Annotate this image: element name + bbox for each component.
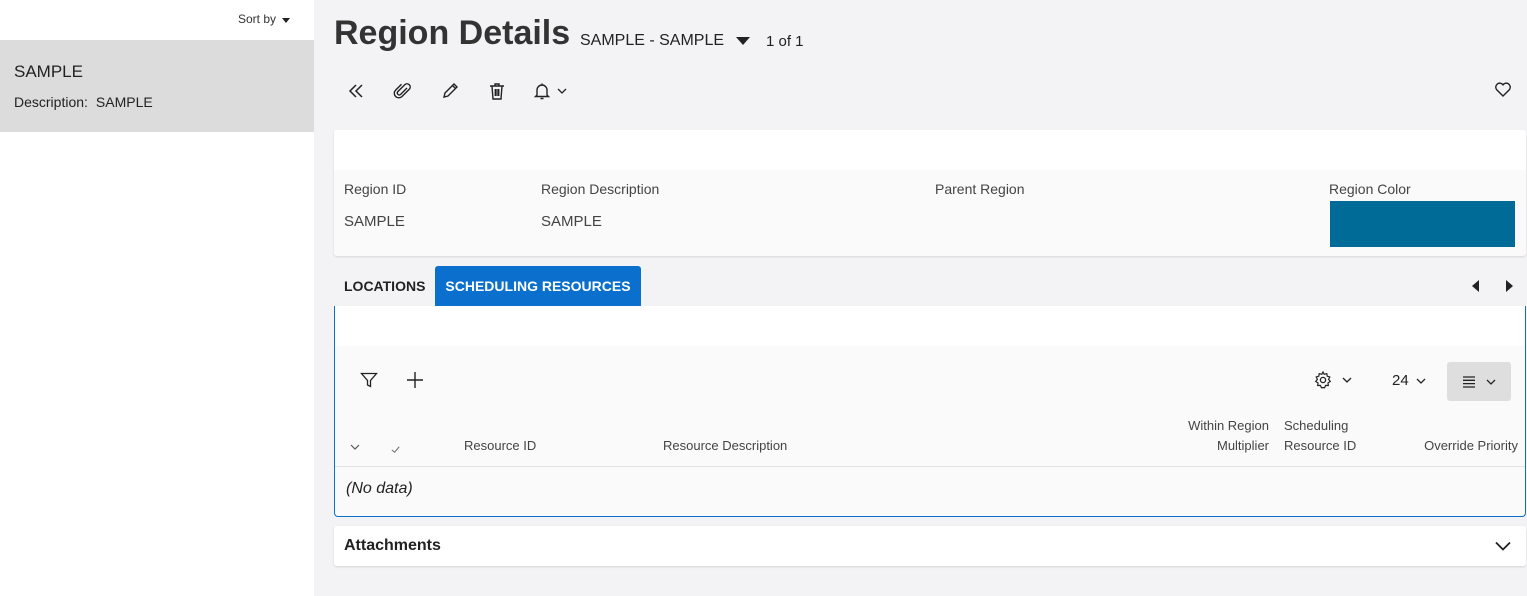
view-mode-button[interactable] [1447,362,1511,401]
record-pager: 1 of 1 [766,33,804,50]
column-header-line: Resource ID [1284,438,1357,453]
region-description-value: SAMPLE [541,213,602,230]
scheduling-resources-grid: 24 Resource ID Resource Description With… [334,306,1526,517]
header-divider [335,466,1525,467]
page-size-value: 24 [1392,372,1409,389]
grid-settings-button[interactable] [1313,370,1353,390]
record-selector[interactable]: SAMPLE - SAMPLE [580,32,751,50]
filter-button[interactable] [357,368,381,392]
tab-scroll-left-icon[interactable] [1472,280,1479,292]
chevron-down-icon[interactable] [1494,538,1512,554]
gear-icon [1314,370,1332,389]
chevron-down-icon [1342,377,1352,383]
page-size-select[interactable]: 24 [1392,372,1427,389]
page-title: Region Details [334,14,571,52]
list-item-description: Description: SAMPLE [14,94,153,110]
card-header-band [334,130,1526,170]
region-id-label: Region ID [344,181,407,197]
delete-button[interactable] [485,79,509,103]
column-resource-id[interactable]: Resource ID [464,436,536,456]
filter-icon [360,372,378,388]
record-selector-label: SAMPLE - SAMPLE [580,32,725,49]
heart-icon[interactable] [1493,79,1513,99]
column-header-line: Scheduling [1284,418,1349,433]
column-header-line: Within Region [1188,418,1269,433]
description-label: Description: [14,94,88,110]
add-row-button[interactable] [403,368,427,392]
empty-grid-message: (No data) [346,480,413,497]
column-scheduling-resource-id[interactable]: Scheduling Resource ID [1284,416,1356,456]
record-list-sidebar: Sort by SAMPLE Description: SAMPLE [0,0,314,596]
column-within-region-multiplier[interactable]: Within Region Multiplier [1165,416,1269,456]
description-value: SAMPLE [95,94,153,110]
column-resource-description[interactable]: Resource Description [663,436,787,456]
attachments-panel[interactable]: Attachments [334,526,1526,566]
region-description-label: Region Description [541,181,660,197]
tab-scroll-right-icon[interactable] [1506,280,1513,292]
paperclip-icon [393,83,411,99]
attach-button[interactable] [391,79,415,103]
caret-down-icon [736,37,751,45]
detail-tabs: LOCATIONS SCHEDULING RESOURCES [334,266,641,306]
double-chevron-left-icon [348,84,363,98]
list-item-title: SAMPLE [14,62,83,81]
notifications-button[interactable] [532,81,568,101]
trash-icon [490,83,504,100]
region-color-label: Region Color [1329,181,1411,197]
grid-header-band [335,306,1525,346]
chevron-down-icon [1416,378,1426,384]
column-override-priority[interactable]: Override Priority [1395,436,1518,456]
parent-region-label: Parent Region [935,181,1025,197]
edit-button[interactable] [438,79,462,103]
bell-icon [533,83,551,100]
record-details-card: Region ID SAMPLE Region Description SAMP… [334,130,1526,256]
sort-by-label: Sort by [237,12,276,26]
tab-locations[interactable]: LOCATIONS [334,266,435,306]
tab-scheduling-resources[interactable]: SCHEDULING RESOURCES [435,266,641,306]
attachments-label: Attachments [344,537,441,554]
list-item[interactable]: SAMPLE Description: SAMPLE [0,40,314,132]
chevron-down-icon [1486,379,1496,385]
region-color-swatch [1330,201,1515,247]
region-id-value: SAMPLE [344,213,405,230]
pencil-icon [443,83,458,98]
plus-icon [407,372,423,388]
record-toolbar [344,78,568,104]
caret-down-icon [282,17,290,23]
column-header-line: Multiplier [1216,438,1269,453]
collapse-list-button[interactable] [344,79,368,103]
expand-all-chevron-icon[interactable] [349,441,361,453]
list-view-icon [1463,375,1475,388]
select-all-check-icon[interactable] [390,444,401,455]
sort-by-button[interactable]: Sort by [224,8,304,30]
chevron-down-icon [557,88,567,94]
